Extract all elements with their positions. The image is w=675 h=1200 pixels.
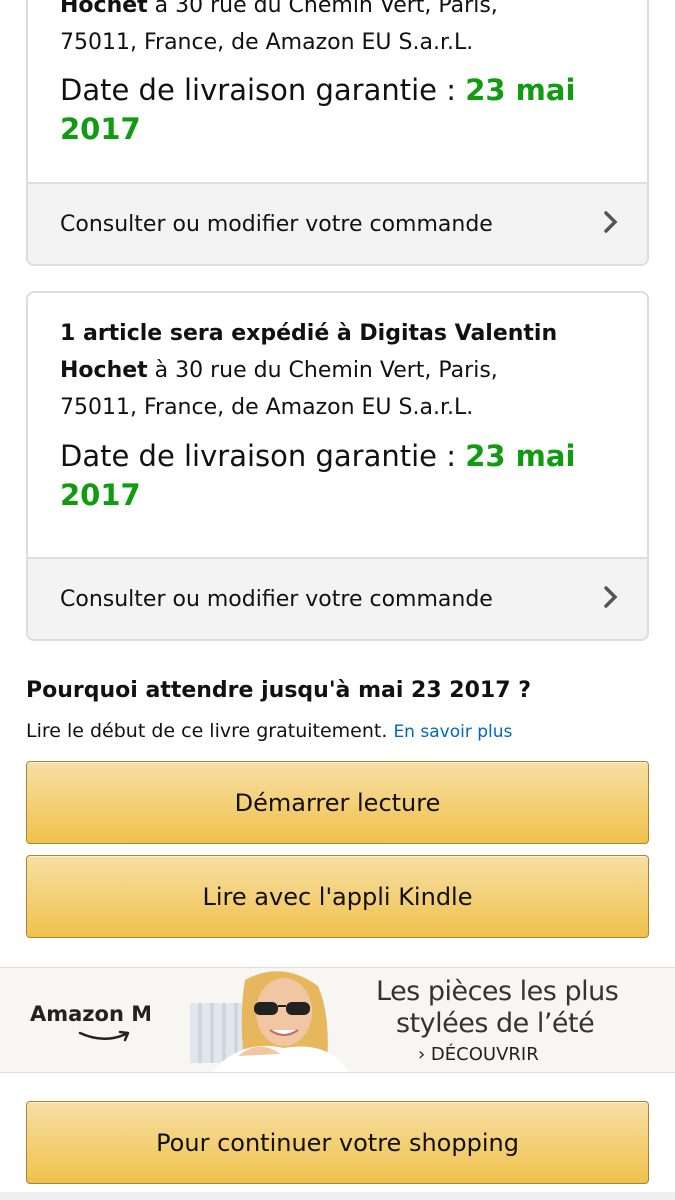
discover-link[interactable]: › DÉCOUVRIR xyxy=(418,1044,539,1065)
shipment-summary: 1 article sera expédié à Digitas Valenti… xyxy=(60,321,558,346)
chevron-right-icon xyxy=(603,208,619,241)
address-line: 75011, France, de Amazon EU S.a.r.L. xyxy=(60,395,474,420)
amazon-smile-icon xyxy=(78,1030,130,1042)
continue-shopping-button[interactable]: Pour continuer votre shopping xyxy=(26,1101,649,1184)
learn-more-link[interactable]: En savoir plus xyxy=(393,722,512,742)
start-reading-button[interactable]: Démarrer lecture xyxy=(26,761,649,844)
kindle-promo-title: Pourquoi attendre jusqu'à mai 23 2017 ? xyxy=(26,678,531,703)
kindle-promo-subtitle: Lire le début de ce livre gratuitement. … xyxy=(26,720,512,742)
delivery-date: Date de livraison garantie : 23 mai 2017 xyxy=(60,437,615,515)
order-confirmation-page: Hochet à 30 rue du Chemin Vert, Paris, 7… xyxy=(0,0,675,1200)
shipment-card-1: Hochet à 30 rue du Chemin Vert, Paris, 7… xyxy=(26,0,649,266)
recipient-name: Hochet xyxy=(60,0,148,18)
shipment-card-2: 1 article sera expédié à Digitas Valenti… xyxy=(26,291,649,641)
recipient-name: Hochet xyxy=(60,358,148,383)
read-with-kindle-app-button[interactable]: Lire avec l'appli Kindle xyxy=(26,855,649,938)
view-edit-order-label: Consulter ou modifier votre commande xyxy=(60,211,493,237)
amazon-mode-banner[interactable]: Amazon Mode Les pièces les plus stylées … xyxy=(0,967,675,1073)
delivery-date-label: Date de livraison garantie : xyxy=(60,73,466,107)
page-bottom-divider xyxy=(0,1192,675,1200)
banner-headline-line-2: stylées de l’été xyxy=(396,1008,595,1039)
chevron-right-icon xyxy=(603,583,619,616)
address-text: à 30 rue du Chemin Vert, Paris, xyxy=(147,358,498,383)
address-text: à 30 rue du Chemin Vert, Paris, xyxy=(147,0,498,18)
shipment-address: Hochet à 30 rue du Chemin Vert, Paris, 7… xyxy=(60,0,615,61)
shipment-address: 1 article sera expédié à Digitas Valenti… xyxy=(60,315,615,426)
delivery-date-label: Date de livraison garantie : xyxy=(60,439,466,473)
delivery-date-year: 2017 xyxy=(60,112,141,146)
view-edit-order-link[interactable]: Consulter ou modifier votre commande xyxy=(28,557,647,639)
banner-headline: Les pièces les plus xyxy=(376,976,619,1007)
kindle-promo-text: Lire le début de ce livre gratuitement. xyxy=(26,720,388,742)
delivery-date: Date de livraison garantie : 23 mai 2017 xyxy=(60,71,615,149)
delivery-date-value: 23 mai xyxy=(465,439,576,473)
view-edit-order-link[interactable]: Consulter ou modifier votre commande xyxy=(28,182,647,264)
view-edit-order-label: Consulter ou modifier votre commande xyxy=(60,586,493,612)
address-line: 75011, France, de Amazon EU S.a.r.L. xyxy=(60,30,474,55)
delivery-date-value: 23 mai xyxy=(465,73,576,107)
model-photo xyxy=(150,968,360,1072)
delivery-date-year: 2017 xyxy=(60,478,141,512)
